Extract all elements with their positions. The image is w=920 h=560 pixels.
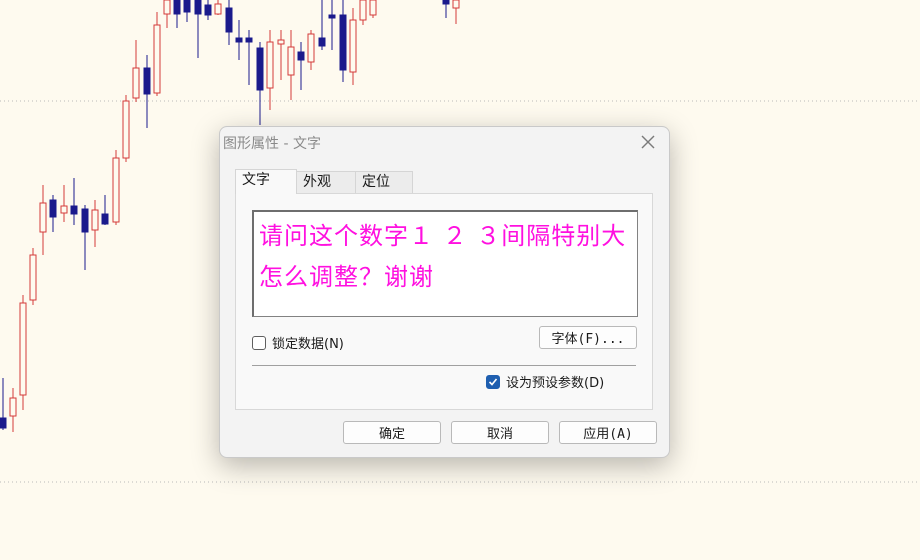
candle-down bbox=[143, 67, 151, 95]
candle-down bbox=[173, 0, 181, 15]
tab-appearance[interactable]: 外观 bbox=[296, 171, 356, 193]
candle-down bbox=[101, 213, 109, 225]
dialog-title: 图形属性 - 文字 bbox=[223, 136, 321, 152]
candle-up bbox=[163, 0, 171, 15]
candle-up bbox=[153, 24, 161, 94]
text-input[interactable]: 请问这个数字１ ２ ３间隔特别大怎么调整？谢谢 bbox=[252, 210, 638, 317]
candle-up bbox=[60, 205, 68, 214]
set-default-label: 设为预设参数(D) bbox=[506, 376, 605, 391]
candle-up bbox=[19, 302, 27, 396]
candle-down bbox=[318, 37, 326, 47]
candle-down bbox=[339, 14, 347, 71]
candle-down bbox=[225, 7, 233, 33]
candle-up bbox=[9, 397, 17, 417]
candle-up bbox=[122, 100, 130, 159]
candle-up bbox=[369, 0, 377, 16]
cancel-button[interactable]: 取消 bbox=[451, 421, 549, 444]
graphic-properties-dialog: 图形属性 - 文字 文字 外观 定位 请问这个数字１ ２ ３间隔特别大怎么调整？… bbox=[219, 126, 670, 458]
candle-down bbox=[194, 0, 202, 15]
candle-down bbox=[235, 37, 243, 43]
candle-down bbox=[256, 47, 264, 91]
candle-up bbox=[277, 39, 285, 45]
set-default-checkbox[interactable] bbox=[486, 374, 500, 389]
lock-data-option[interactable]: 锁定数据(N) bbox=[252, 333, 344, 352]
candle-down bbox=[0, 417, 7, 429]
tab-text[interactable]: 文字 bbox=[235, 169, 297, 194]
ok-button[interactable]: 确定 bbox=[343, 421, 441, 444]
candle-down bbox=[204, 4, 212, 16]
lock-data-label: 锁定数据(N) bbox=[272, 337, 344, 352]
candle-up bbox=[266, 41, 274, 89]
set-default-option[interactable]: 设为预设参数(D) bbox=[486, 372, 604, 391]
font-button[interactable]: 字体(F)... bbox=[539, 326, 637, 349]
check-icon bbox=[488, 377, 498, 386]
lock-data-checkbox[interactable] bbox=[252, 335, 266, 350]
candle-up bbox=[91, 209, 99, 231]
candle-up bbox=[349, 19, 357, 73]
candle-down bbox=[49, 199, 57, 218]
apply-button[interactable]: 应用(A) bbox=[559, 421, 657, 444]
candle-down bbox=[328, 14, 336, 19]
candle-up bbox=[39, 202, 47, 233]
candle-up bbox=[112, 157, 120, 223]
candle-up bbox=[29, 254, 37, 301]
close-button[interactable] bbox=[637, 131, 659, 153]
candle-up bbox=[287, 46, 295, 76]
candle-down bbox=[297, 51, 305, 61]
candle-down bbox=[81, 208, 89, 233]
close-icon bbox=[641, 135, 655, 149]
candle-down bbox=[442, 0, 450, 5]
candle-down bbox=[245, 37, 253, 43]
divider bbox=[252, 365, 636, 366]
candle-up bbox=[307, 33, 315, 63]
candle-up bbox=[132, 67, 140, 99]
candle-up bbox=[452, 0, 460, 9]
candle-up bbox=[214, 3, 222, 15]
candle-down bbox=[70, 205, 78, 215]
tab-position[interactable]: 定位 bbox=[355, 171, 413, 193]
tab-panel-text: 请问这个数字１ ２ ３间隔特别大怎么调整？谢谢 锁定数据(N) 字体(F)...… bbox=[235, 193, 653, 410]
candle-up bbox=[359, 0, 367, 21]
candle-down bbox=[183, 0, 191, 13]
